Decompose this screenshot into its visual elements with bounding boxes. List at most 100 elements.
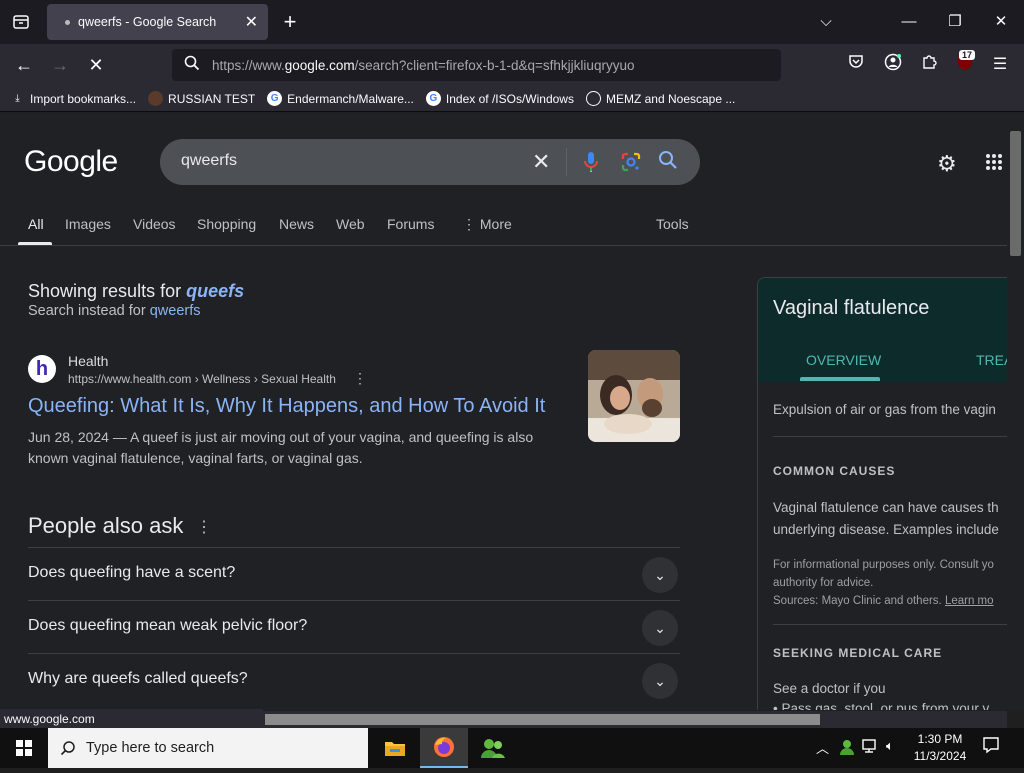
taskbar: Type here to search ︿ 🔈︎ 1:30 PM 11/3/20… (0, 728, 1024, 768)
chevron-down-icon[interactable]: ⌄ (642, 557, 678, 593)
kp-tab-treatment[interactable]: TREA (976, 352, 1007, 368)
more-vert-icon: ⋮ (462, 216, 480, 232)
google-lens-icon[interactable] (620, 151, 642, 178)
corrected-query-link[interactable]: queefs (186, 281, 244, 301)
google-favicon-icon: G (267, 91, 283, 106)
pocket-icon[interactable] (843, 53, 869, 77)
bookmark-isos[interactable]: G Index of /ISOs/Windows (425, 91, 574, 106)
tab-web[interactable]: Web (336, 216, 365, 232)
kp-tab-indicator (800, 377, 880, 381)
restore-icon[interactable]: ❐ (937, 8, 973, 36)
kp-tab-overview[interactable]: OVERVIEW (806, 352, 881, 368)
new-tab-icon[interactable]: + (278, 8, 302, 36)
active-tab[interactable]: qweerfs - Google Search ✕ (47, 4, 268, 40)
horizontal-scrollbar-thumb[interactable] (265, 714, 820, 725)
google-apps-icon[interactable] (985, 153, 1003, 176)
globe-icon (585, 91, 601, 106)
file-explorer-icon[interactable] (371, 728, 419, 768)
extensions-icon[interactable] (916, 53, 942, 77)
original-query-link[interactable]: qweerfs (150, 303, 201, 319)
tab-shopping[interactable]: Shopping (197, 216, 256, 232)
tab-close-icon[interactable]: ✕ (245, 12, 258, 32)
kp-disclaimer: For informational purposes only. Consult… (773, 559, 994, 571)
search-submit-icon[interactable] (658, 150, 678, 175)
vertical-scrollbar[interactable] (1007, 113, 1024, 710)
search-icon (60, 741, 75, 756)
forward-icon[interactable]: → (46, 52, 74, 78)
tab-more[interactable]: ⋮ More (462, 216, 512, 233)
show-hidden-icons-chevron-icon[interactable]: ︿ (816, 738, 829, 757)
paa-question[interactable]: Does queefing mean weak pelvic floor? ⌄ (28, 600, 680, 653)
paa-question[interactable]: Why are queefs called queefs? ⌄ (28, 653, 680, 706)
firefox-icon[interactable] (420, 728, 468, 768)
tab-loading-dot (65, 19, 70, 25)
kp-header: Vaginal flatulence OVERVIEW TREA (758, 278, 1007, 382)
bookmark-import[interactable]: ⤓ Import bookmarks... (10, 91, 136, 106)
import-icon: ⤓ (15, 93, 20, 104)
result-title-link[interactable]: Queefing: What It Is, Why It Happens, an… (28, 395, 545, 418)
network-icon[interactable] (862, 738, 880, 757)
paa-question[interactable]: Does queefing have a scent? ⌄ (28, 547, 680, 600)
page-content: Google qweerfs ✕ ⚙ All Images Videos Sho… (0, 113, 1007, 710)
clear-icon[interactable]: ✕ (532, 149, 550, 175)
tools-button[interactable]: Tools (656, 216, 689, 232)
stop-icon[interactable]: ✕ (82, 52, 110, 78)
notifications-icon[interactable] (982, 736, 1000, 759)
people-tray-icon[interactable] (838, 738, 856, 759)
chevron-down-icon[interactable]: ⌄ (642, 610, 678, 646)
volume-icon[interactable]: 🔈︎ (886, 738, 894, 754)
kp-disclaimer: authority for advice. (773, 577, 874, 589)
google-favicon-icon: G (425, 91, 441, 106)
result-site-name[interactable]: Health (68, 353, 108, 369)
bookmark-endermanch[interactable]: G Endermanch/Malware... (267, 91, 414, 106)
menu-icon[interactable]: ☰ (987, 53, 1013, 77)
tab-forums[interactable]: Forums (387, 216, 434, 232)
tab-list-icon[interactable] (8, 10, 34, 34)
bookmark-russian-test[interactable]: RUSSIAN TEST (148, 91, 255, 106)
result-breadcrumb[interactable]: https://www.health.com › Wellness › Sexu… (68, 372, 336, 386)
tab-images[interactable]: Images (65, 216, 111, 232)
search-box[interactable]: qweerfs ✕ (160, 139, 700, 185)
kp-sources: Sources: Mayo Clinic and others. Learn m… (773, 595, 994, 607)
kp-causes-text: Vaginal flatulence can have causes th (773, 500, 999, 515)
google-logo[interactable]: Google (24, 145, 118, 179)
url-bar[interactable]: https://www.google.com/search?client=fir… (172, 49, 781, 81)
close-window-icon[interactable]: ✕ (983, 8, 1019, 36)
scrollbar-thumb[interactable] (1010, 131, 1021, 256)
tab-news[interactable]: News (279, 216, 314, 232)
search-icon (172, 55, 212, 76)
bookmarks-toolbar: ⤓ Import bookmarks... RUSSIAN TEST G Ender… (0, 86, 1024, 112)
result-menu-icon[interactable]: ⋮ (353, 370, 367, 387)
kp-care-bullet: • Pass gas, stool, or pus from your v (773, 701, 990, 710)
kp-divider (773, 436, 1007, 437)
horizontal-scrollbar[interactable] (263, 711, 1007, 728)
account-icon[interactable] (880, 53, 906, 77)
kp-title: Vaginal flatulence (773, 297, 930, 319)
back-icon[interactable]: ← (10, 52, 38, 78)
tab-all[interactable]: All (28, 216, 44, 232)
system-clock[interactable]: 1:30 PM 11/3/2024 (910, 731, 970, 765)
bookmark-memz[interactable]: MEMZ and Noescape ... (585, 91, 735, 106)
taskbar-search[interactable]: Type here to search (48, 728, 368, 768)
kp-divider (773, 624, 1007, 625)
windows-start-icon[interactable] (0, 728, 48, 768)
favicon-icon (148, 91, 164, 106)
result-thumbnail-image[interactable] (588, 350, 680, 442)
search-input[interactable]: qweerfs (181, 152, 237, 170)
chevron-down-icon[interactable]: ⌄ (642, 663, 678, 699)
settings-gear-icon[interactable]: ⚙ (937, 151, 957, 177)
paa-menu-icon[interactable]: ⋮ (196, 517, 212, 537)
microphone-icon[interactable] (583, 151, 599, 178)
navigation-toolbar: ← → ✕ https://www.google.com/search?clie… (0, 44, 1024, 86)
list-all-tabs-icon[interactable]: ⌵ (808, 8, 844, 36)
people-app-icon[interactable] (469, 728, 517, 768)
minimize-icon[interactable]: — (891, 8, 927, 36)
tab-videos[interactable]: Videos (133, 216, 176, 232)
url-text: https://www.google.com/search?client=fir… (212, 57, 635, 73)
kp-learn-more-link[interactable]: Learn mo (945, 595, 994, 607)
kp-causes-text: underlying disease. Examples include (773, 522, 999, 537)
people-also-ask-title: People also ask (28, 513, 184, 538)
knowledge-panel: Vaginal flatulence OVERVIEW TREA Expulsi… (757, 277, 1007, 710)
result-snippet: Jun 28, 2024 — A queef is just air movin… (28, 429, 534, 466)
tab-title: qweerfs - Google Search (78, 15, 217, 29)
